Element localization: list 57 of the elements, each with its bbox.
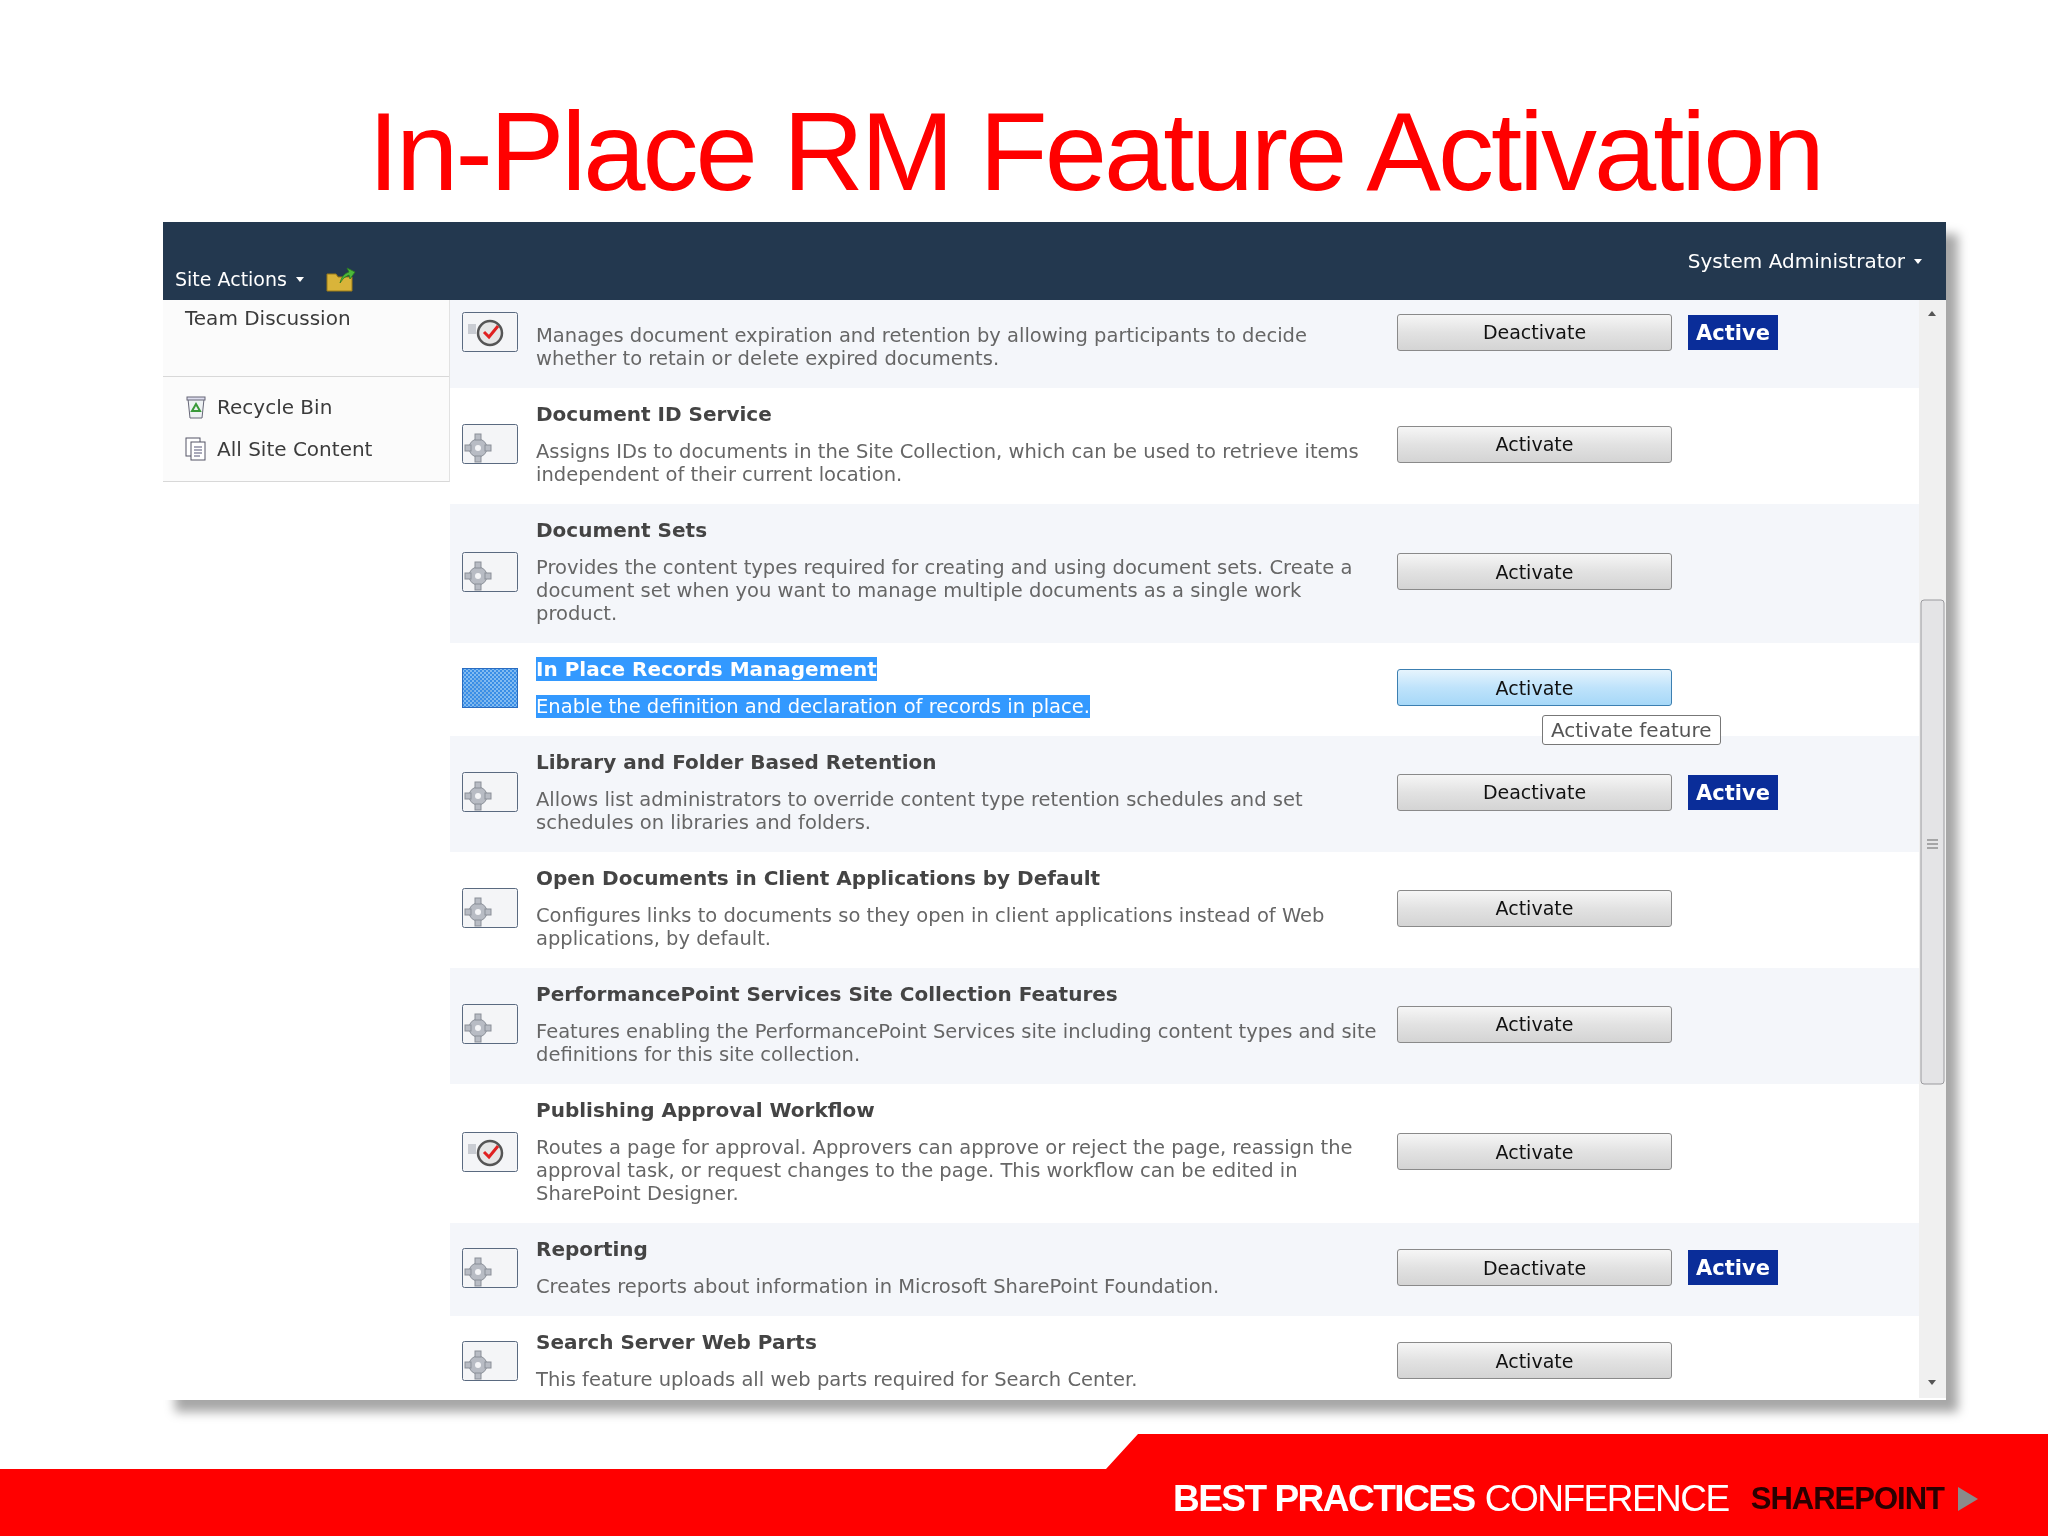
- site-actions-menu[interactable]: Site Actions: [173, 264, 306, 294]
- feature-title: Document ID Service: [536, 402, 772, 426]
- feature-description: Manages document expiration and retention by allowing participants to decide whether to retain or delete expired documents.: [536, 324, 1308, 370]
- gear-icon: [462, 1247, 518, 1288]
- sidebar-link[interactable]: Recycle Bin: [179, 393, 333, 425]
- feature-button[interactable]: Activate: [1397, 1005, 1672, 1043]
- feature-button[interactable]: Deactivate: [1397, 1249, 1672, 1286]
- status-badge: Active: [1688, 774, 1778, 810]
- status-badge: Active: [1688, 314, 1778, 350]
- feature-title: Open Documents in Client Applications by Default: [536, 866, 1101, 890]
- checkmark-icon: [462, 312, 518, 352]
- feature-description: This feature uploads all web parts required for Search Center.: [536, 1368, 1138, 1391]
- gear-icon: [462, 551, 518, 592]
- feature-description: Enable the definition and declaration of records in place.: [536, 695, 1090, 718]
- conference-name: BEST PRACTICES: [1172, 1478, 1475, 1520]
- feature-description: Provides the content types required for creating and using document sets. Create a document set when you want to manage multiple documents as a single work product.: [536, 556, 1354, 625]
- conference-label: CONFERENCE: [1484, 1478, 1729, 1520]
- feature-description: Creates reports about information in Microsoft SharePoint Foundation.: [536, 1275, 1220, 1298]
- feature-title: Publishing Approval Workflow: [536, 1098, 875, 1122]
- gear-icon: [462, 772, 518, 812]
- feature-title: In Place Records Management: [536, 657, 877, 681]
- checkmark-icon: [462, 1131, 518, 1172]
- user-menu[interactable]: System Administrator: [1685, 245, 1924, 277]
- feature-button[interactable]: Deactivate: [1397, 773, 1672, 811]
- feature-title: Document Sets: [536, 518, 708, 542]
- gear-icon: [462, 1004, 518, 1044]
- activate-button[interactable]: Activate: [1397, 669, 1672, 706]
- gear-icon: [462, 888, 518, 928]
- arrow-icon: [1958, 1487, 1978, 1511]
- feature-button[interactable]: Activate: [1397, 889, 1672, 927]
- product-name: SHAREPOINT: [1750, 1481, 1944, 1517]
- slide-title: In-Place RM Feature Activation: [367, 88, 1823, 216]
- feature-title: Reporting: [536, 1237, 648, 1261]
- feature-description: Allows list administrators to override content type retention schedules and set schedules on libraries and folders.: [536, 788, 1304, 834]
- feature-button[interactable]: Activate: [1397, 1342, 1672, 1379]
- feature-description: Features enabling the PerformancePoint Services site including content types and site definitions for this site collection.: [536, 1020, 1378, 1066]
- folder-icon: [325, 266, 356, 292]
- feature-description: Configures links to documents so they open in client applications instead of Web applications, by default.: [536, 904, 1326, 950]
- status-badge: Active: [1688, 1250, 1778, 1285]
- feature-title: PerformancePoint Services Site Collection Features: [536, 982, 1118, 1006]
- gear-icon: [462, 1340, 518, 1381]
- sidebar-link[interactable]: Team Discussion: [179, 304, 351, 336]
- feature-button[interactable]: Activate: [1397, 1133, 1672, 1170]
- feature-button[interactable]: Activate: [1397, 553, 1672, 590]
- feature-title: Library and Folder Based Retention: [536, 750, 937, 774]
- caret-icon: [1914, 258, 1922, 264]
- sidebar-link[interactable]: All Site Content: [179, 435, 373, 467]
- gear-icon: [462, 424, 518, 464]
- tooltip: Activate feature: [1542, 715, 1721, 745]
- document-icon: [185, 437, 207, 461]
- feature-title: Search Server Web Parts: [536, 1330, 817, 1354]
- feature-button[interactable]: Deactivate: [1397, 313, 1672, 351]
- recycle-bin-icon: [185, 395, 207, 419]
- feature-button[interactable]: Activate: [1397, 425, 1672, 463]
- caret-icon: [295, 276, 304, 282]
- feature-description: Assigns IDs to documents in the Site Collection, which can be used to retrieve items independent of their current location.: [536, 440, 1360, 486]
- feature-description: Routes a page for approval. Approvers can approve or reject the page, reassign the approval task, or request changes to the page. This workflow can be edited in SharePoint Designer.: [536, 1136, 1354, 1205]
